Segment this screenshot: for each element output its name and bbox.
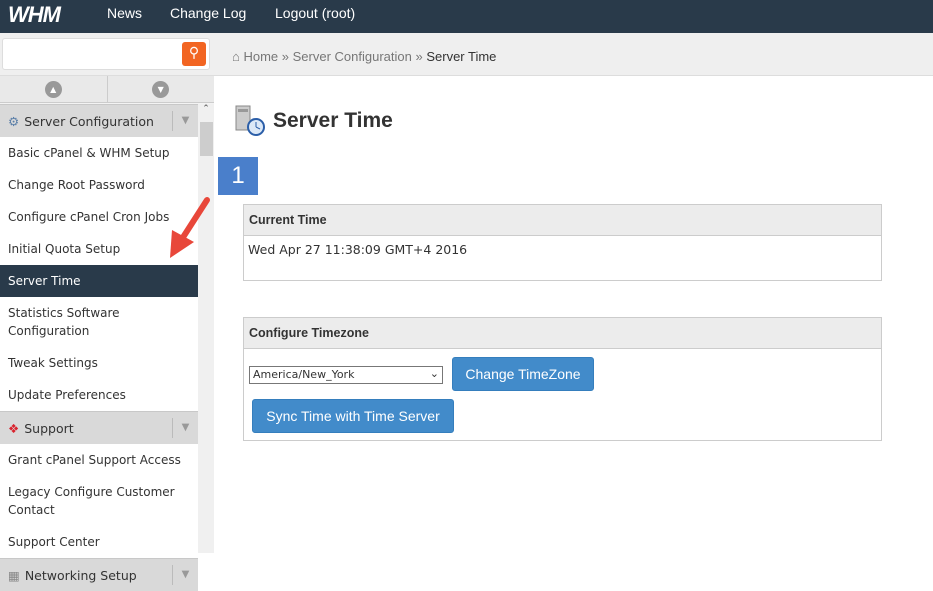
breadcrumb-server-configuration[interactable]: Server Configuration [293, 49, 412, 64]
whm-logo[interactable]: WHM [8, 2, 61, 28]
support-icon: ❖ [8, 420, 20, 436]
breadcrumb: ⌂ Home » Server Configuration » Server T… [232, 49, 497, 64]
section-networking-setup[interactable]: ▦ Networking Setup ▼ [0, 558, 198, 591]
chevron-down-icon[interactable]: ▼ [172, 565, 198, 585]
network-icon: ▦ [8, 567, 20, 583]
chevron-down-icon[interactable]: ▼ [172, 111, 198, 131]
section-support[interactable]: ❖ Support ▼ [0, 411, 198, 444]
chevron-down-icon: ⌄ [429, 367, 439, 380]
arrow-down-icon: ▼ [152, 80, 170, 98]
sidebar-menu: ⚙ Server Configuration ▼ Basic cPanel & WH… [0, 104, 198, 591]
scroll-up-arrow-icon[interactable]: ⌃ [198, 104, 214, 114]
step-badge: 1 [218, 157, 258, 195]
sync-time-button[interactable]: Sync Time with Time Server [252, 399, 454, 433]
scroll-up-button[interactable]: ▲ [0, 76, 108, 102]
current-time-panel: Current Time Wed Apr 27 11:38:09 GMT+4 2… [243, 204, 882, 281]
sidebar-scrollbar[interactable]: ⌃ [198, 104, 214, 553]
current-time-header: Current Time [244, 205, 881, 236]
search-input[interactable]: ⚲ [2, 38, 210, 70]
section-title: Server Configuration [24, 113, 154, 129]
section-server-configuration[interactable]: ⚙ Server Configuration ▼ [0, 104, 198, 137]
breadcrumb-home[interactable]: Home [243, 49, 278, 64]
nav-change-log[interactable]: Change Log [170, 5, 246, 21]
sidebar-item-legacy-contact[interactable]: Legacy Configure Customer Contact [0, 476, 198, 526]
section-title: Support [24, 420, 74, 436]
page-title: Server Time [233, 104, 393, 138]
arrow-up-icon: ▲ [44, 80, 62, 98]
sidebar-item-tweak-settings[interactable]: Tweak Settings [0, 347, 198, 379]
home-icon: ⌂ [232, 49, 240, 64]
sidebar: ▲ ▼ ⚙ Server Configuration ▼ Basic cPanel … [0, 76, 215, 591]
red-arrow-annotation [170, 197, 210, 258]
sub-bar: ⚲ ⌂ Home » Server Configuration » Server… [0, 33, 933, 76]
search-button[interactable]: ⚲ [182, 42, 206, 66]
current-time-value: Wed Apr 27 11:38:09 GMT+4 2016 [248, 242, 468, 257]
nav-logout[interactable]: Logout (root) [275, 5, 355, 21]
scroll-down-button[interactable]: ▼ [108, 76, 215, 102]
sidebar-item-server-time[interactable]: Server Time [0, 265, 198, 297]
configure-timezone-panel: Configure Timezone America/New_York ⌄ Cha… [243, 317, 882, 441]
scrollbar-thumb[interactable] [200, 122, 213, 156]
server-clock-icon [235, 105, 265, 136]
sidebar-item-statistics-software[interactable]: Statistics Software Configuration [0, 297, 198, 347]
chevron-down-icon[interactable]: ▼ [172, 418, 198, 438]
sidebar-item-support-center[interactable]: Support Center [0, 526, 198, 558]
section-title: Networking Setup [24, 567, 137, 583]
sidebar-item-grant-support[interactable]: Grant cPanel Support Access [0, 444, 198, 476]
sidebar-item-update-preferences[interactable]: Update Preferences [0, 379, 198, 411]
timezone-select[interactable]: America/New_York ⌄ [249, 366, 443, 384]
breadcrumb-current: Server Time [426, 49, 497, 64]
search-icon: ⚲ [188, 45, 200, 61]
page-title-text: Server Time [273, 109, 393, 132]
timezone-selected: America/New_York [253, 368, 355, 381]
configure-timezone-header: Configure Timezone [244, 318, 881, 349]
sidebar-item-basic-setup[interactable]: Basic cPanel & WHM Setup [0, 137, 198, 169]
change-timezone-button[interactable]: Change TimeZone [452, 357, 594, 391]
gear-server-icon: ⚙ [8, 113, 20, 129]
nav-news[interactable]: News [107, 5, 142, 21]
top-bar: WHM News Change Log Logout (root) [0, 0, 933, 33]
